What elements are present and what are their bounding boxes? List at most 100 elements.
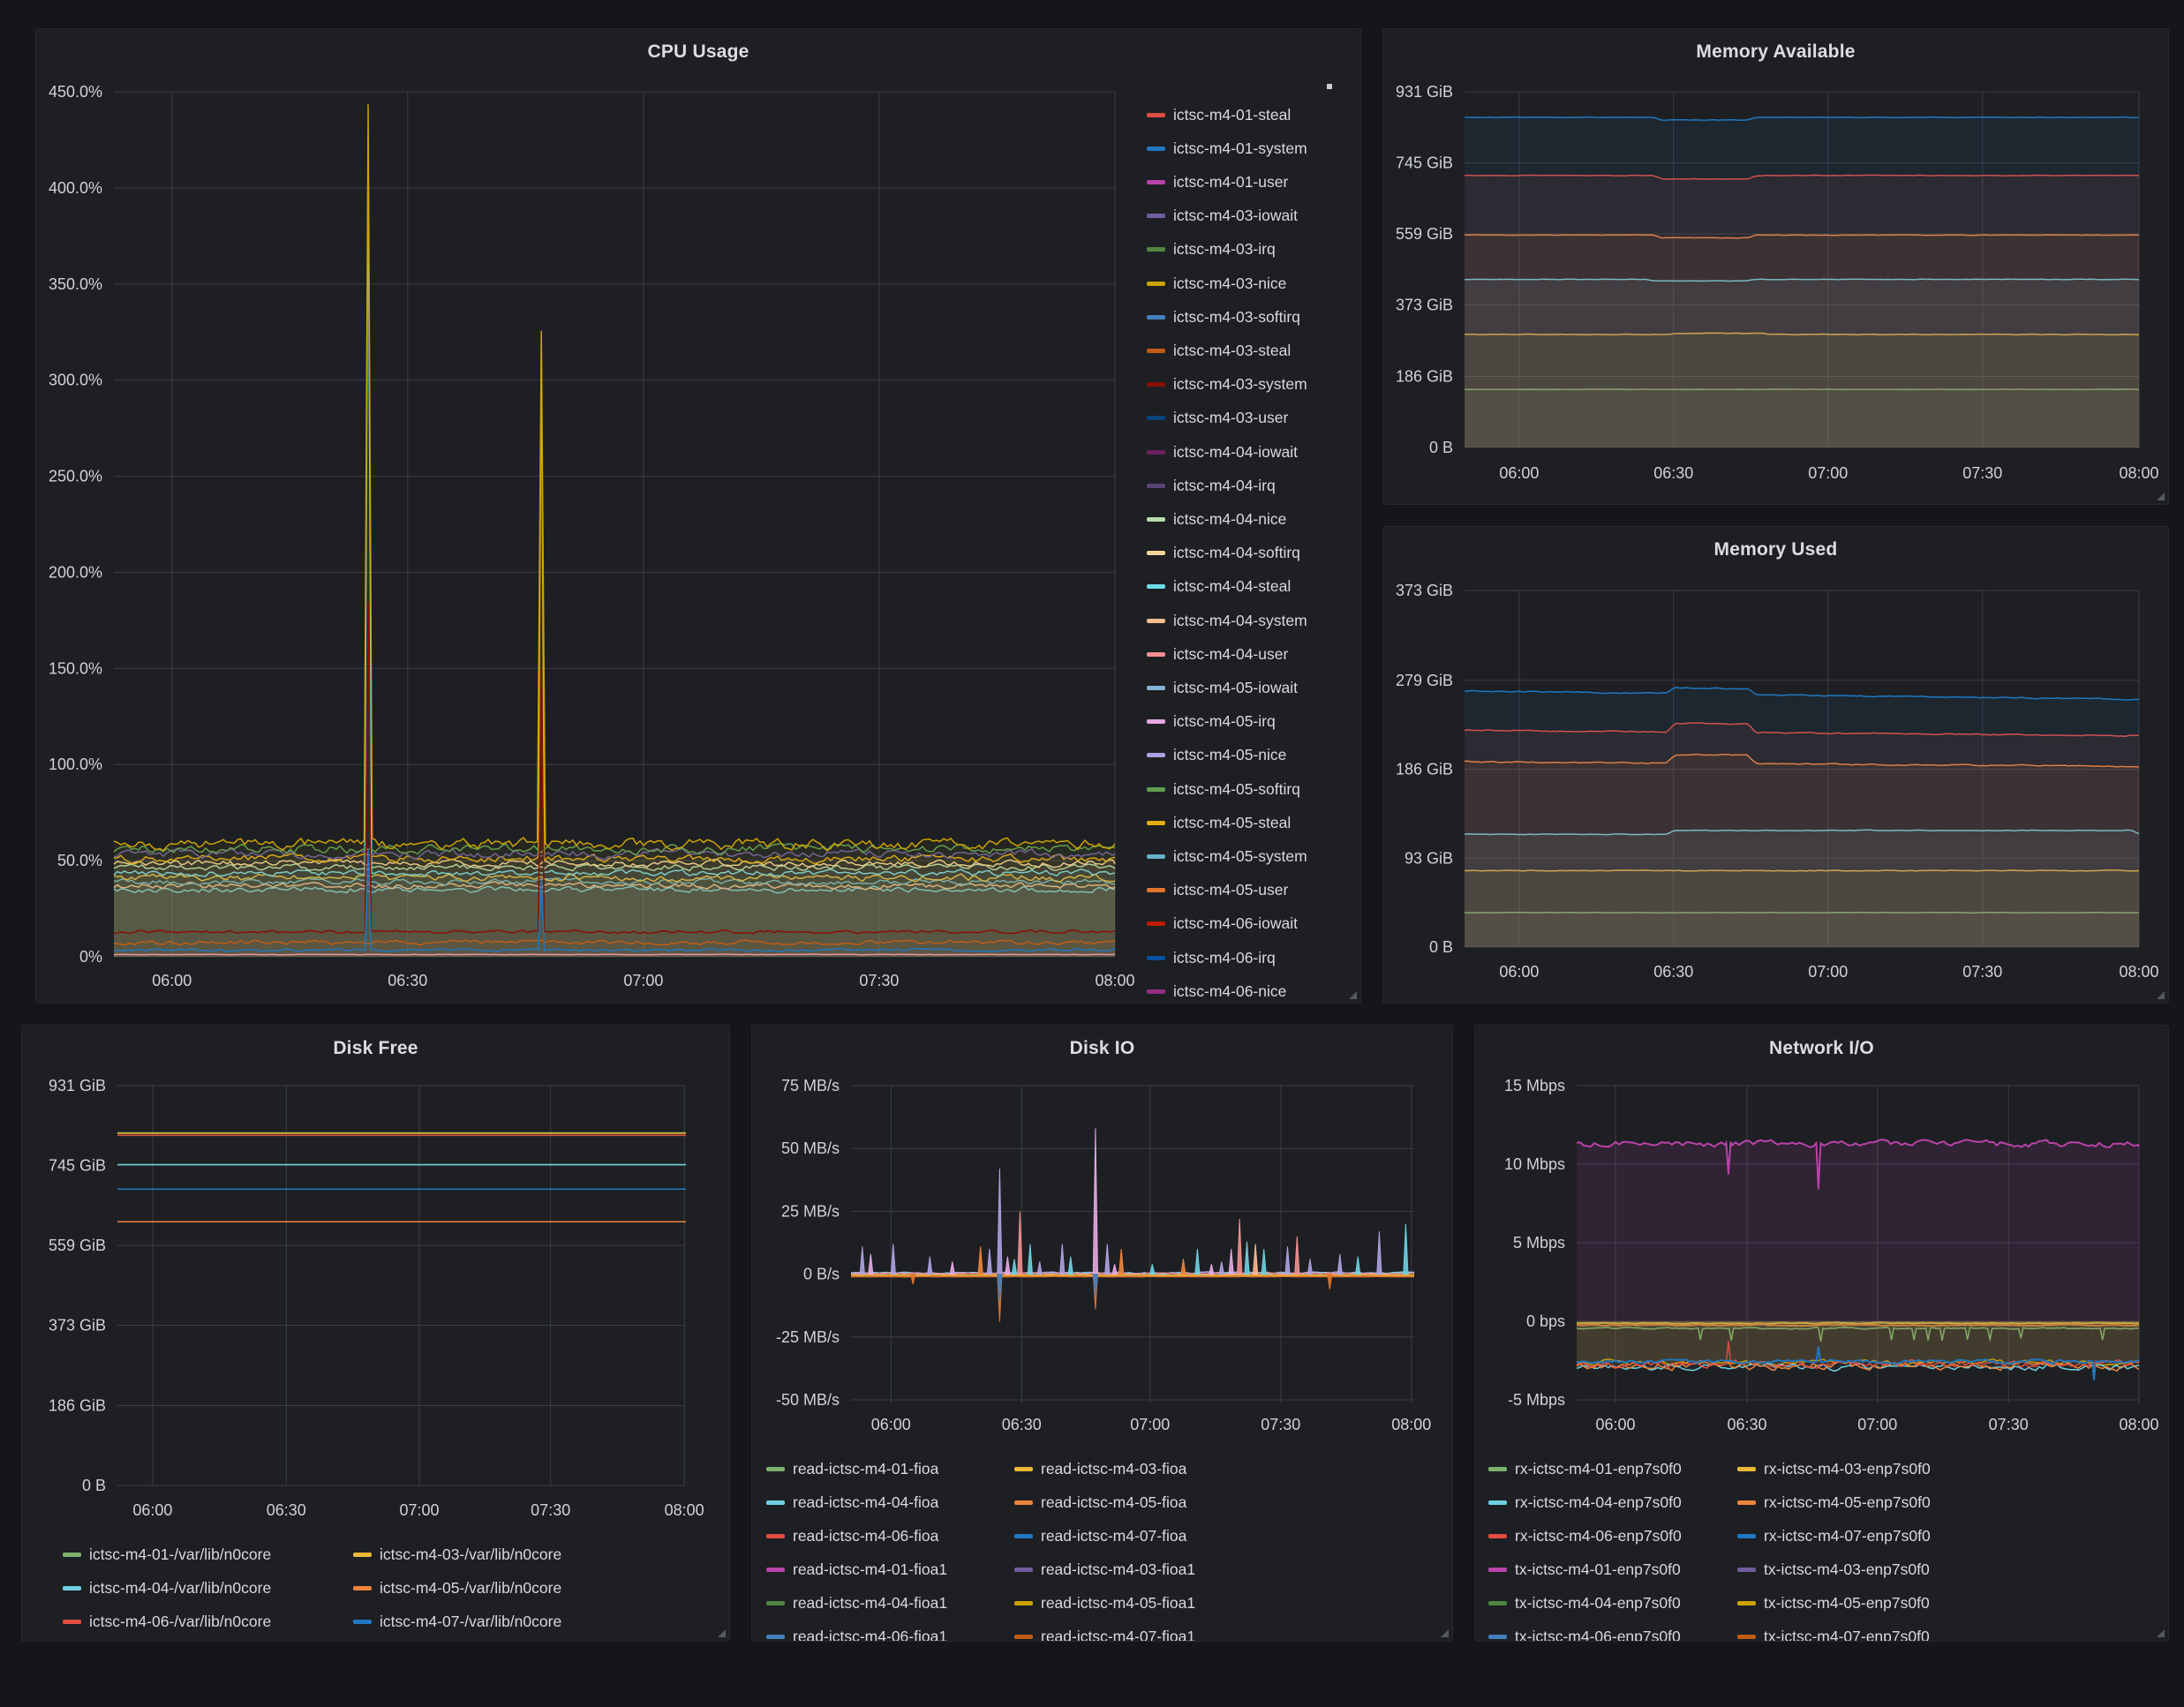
legend-item[interactable]: ictsc-m4-06-irq xyxy=(1147,948,1276,967)
legend-item[interactable]: ictsc-m4-03-irq xyxy=(1147,240,1276,259)
legend-item[interactable]: read-ictsc-m4-01-fioa xyxy=(766,1459,938,1478)
legend-item[interactable]: ictsc-m4-05-steal xyxy=(1147,813,1291,832)
legend-color-swatch xyxy=(1147,247,1165,252)
legend-item[interactable]: ictsc-m4-03-iowait xyxy=(1147,207,1298,226)
legend-item[interactable]: ictsc-m4-04-irq xyxy=(1147,476,1276,495)
legend-color-swatch xyxy=(1147,450,1165,455)
legend-item[interactable]: tx-ictsc-m4-03-enp7s0f0 xyxy=(1737,1560,1930,1579)
legend-item[interactable]: read-ictsc-m4-06-fioa1 xyxy=(766,1627,947,1642)
legend-item[interactable]: read-ictsc-m4-04-fioa1 xyxy=(766,1593,947,1613)
legend-item[interactable]: ictsc-m4-05-/var/lib/n0core xyxy=(353,1578,561,1598)
panel-resize-handle[interactable] xyxy=(1349,991,1357,999)
legend-item[interactable]: ictsc-m4-04-system xyxy=(1147,611,1307,630)
legend-item[interactable]: tx-ictsc-m4-06-enp7s0f0 xyxy=(1488,1627,1681,1642)
legend-item[interactable]: rx-ictsc-m4-01-enp7s0f0 xyxy=(1488,1459,1682,1478)
panel-network-io: Network I/O 15 Mbps10 Mbps5 Mbps0 bps-5 … xyxy=(1474,1025,2169,1642)
legend-item[interactable]: read-ictsc-m4-04-fioa xyxy=(766,1493,938,1512)
io-spike xyxy=(1112,1264,1117,1274)
panel-resize-handle[interactable] xyxy=(2157,1629,2165,1637)
legend-item[interactable]: read-ictsc-m4-03-fioa xyxy=(1014,1459,1186,1478)
legend-item[interactable]: ictsc-m4-06-/var/lib/n0core xyxy=(63,1612,271,1631)
y-axis-tick-label: 186 GiB xyxy=(49,1397,106,1415)
legend-item[interactable]: rx-ictsc-m4-07-enp7s0f0 xyxy=(1737,1526,1931,1545)
legend-item[interactable]: read-ictsc-m4-07-fioa1 xyxy=(1014,1627,1195,1642)
legend-series-label: tx-ictsc-m4-03-enp7s0f0 xyxy=(1764,1560,1930,1579)
legend-item[interactable]: ictsc-m4-04-user xyxy=(1147,644,1288,664)
legend-series-label: ictsc-m4-03-/var/lib/n0core xyxy=(380,1545,561,1564)
legend-item[interactable]: ictsc-m4-05-iowait xyxy=(1147,678,1298,697)
panel-resize-handle[interactable] xyxy=(2157,493,2165,500)
legend-item[interactable]: ictsc-m4-03-nice xyxy=(1147,274,1286,293)
legend-series-label: rx-ictsc-m4-03-enp7s0f0 xyxy=(1764,1460,1931,1478)
legend-series-label: ictsc-m4-03-system xyxy=(1173,375,1307,394)
panel-resize-handle[interactable] xyxy=(718,1629,726,1637)
legend-item[interactable]: read-ictsc-m4-03-fioa1 xyxy=(1014,1560,1195,1579)
legend-item[interactable]: ictsc-m4-05-nice xyxy=(1147,746,1286,765)
legend-item[interactable]: ictsc-m4-06-nice xyxy=(1147,981,1286,1001)
panel-title-disk-free[interactable]: Disk Free xyxy=(22,1026,729,1059)
panel-resize-handle[interactable] xyxy=(2157,991,2165,999)
panel-title-memory-used[interactable]: Memory Used xyxy=(1383,527,2168,560)
panel-title-disk-io[interactable]: Disk IO xyxy=(752,1026,1452,1059)
legend-item[interactable]: rx-ictsc-m4-06-enp7s0f0 xyxy=(1488,1526,1682,1545)
x-axis-tick-label: 07:00 xyxy=(1808,963,1848,981)
y-axis-tick-label: 745 GiB xyxy=(49,1157,106,1175)
legend-color-swatch xyxy=(1737,1568,1756,1572)
io-spike xyxy=(891,1244,895,1274)
legend-item[interactable]: ictsc-m4-01-steal xyxy=(1147,105,1291,124)
panel-resize-handle[interactable] xyxy=(1441,1629,1449,1637)
legend-item[interactable]: ictsc-m4-03-softirq xyxy=(1147,307,1300,327)
panel-title-memory-available[interactable]: Memory Available xyxy=(1383,29,2168,63)
legend-item[interactable]: ictsc-m4-07-/var/lib/n0core xyxy=(353,1612,561,1631)
legend-color-swatch xyxy=(1147,517,1165,522)
io-spike xyxy=(1295,1237,1299,1275)
legend-item[interactable]: ictsc-m4-05-user xyxy=(1147,881,1288,900)
panel-title-cpu-usage[interactable]: CPU Usage xyxy=(36,29,1360,63)
legend-item[interactable]: ictsc-m4-04-/var/lib/n0core xyxy=(63,1578,271,1598)
y-axis-tick-label: 559 GiB xyxy=(49,1237,106,1254)
io-spike xyxy=(1404,1224,1408,1275)
legend-color-swatch xyxy=(1147,382,1165,387)
legend-item[interactable]: read-ictsc-m4-06-fioa xyxy=(766,1526,938,1545)
io-spike xyxy=(1005,1257,1010,1275)
legend-item[interactable]: read-ictsc-m4-05-fioa xyxy=(1014,1493,1186,1512)
io-spike xyxy=(998,1169,1002,1275)
legend-item[interactable]: ictsc-m4-05-system xyxy=(1147,846,1307,866)
legend-item[interactable]: ictsc-m4-01-/var/lib/n0core xyxy=(63,1545,271,1564)
legend-color-swatch xyxy=(1147,821,1165,825)
legend-item[interactable]: ictsc-m4-03-system xyxy=(1147,375,1307,395)
legend-item[interactable]: rx-ictsc-m4-05-enp7s0f0 xyxy=(1737,1493,1931,1512)
legend-item[interactable]: ictsc-m4-01-user xyxy=(1147,172,1288,192)
legend-item[interactable]: rx-ictsc-m4-04-enp7s0f0 xyxy=(1488,1493,1682,1512)
x-axis-tick-label: 07:00 xyxy=(399,1501,439,1519)
legend-item[interactable]: ictsc-m4-03-user xyxy=(1147,409,1288,428)
legend-item[interactable]: ictsc-m4-04-steal xyxy=(1147,577,1291,597)
io-spike xyxy=(1093,1128,1097,1274)
x-axis-tick-label: 07:30 xyxy=(531,1501,570,1519)
legend-item[interactable]: read-ictsc-m4-05-fioa1 xyxy=(1014,1593,1195,1613)
legend-item[interactable]: ictsc-m4-04-nice xyxy=(1147,509,1286,529)
legend-color-swatch xyxy=(1737,1635,1756,1639)
legend-item[interactable]: tx-ictsc-m4-07-enp7s0f0 xyxy=(1737,1627,1930,1642)
legend-item[interactable]: tx-ictsc-m4-01-enp7s0f0 xyxy=(1488,1560,1681,1579)
legend-color-swatch xyxy=(1147,921,1165,926)
legend-item[interactable]: read-ictsc-m4-01-fioa1 xyxy=(766,1560,947,1579)
legend-color-swatch xyxy=(1147,686,1165,690)
legend-item[interactable]: ictsc-m4-03-/var/lib/n0core xyxy=(353,1545,561,1564)
legend-item[interactable]: ictsc-m4-04-iowait xyxy=(1147,442,1298,462)
legend-item[interactable]: rx-ictsc-m4-03-enp7s0f0 xyxy=(1737,1459,1931,1478)
legend-item[interactable]: tx-ictsc-m4-05-enp7s0f0 xyxy=(1737,1593,1930,1613)
io-spike xyxy=(1219,1261,1224,1274)
legend-item[interactable]: ictsc-m4-03-steal xyxy=(1147,341,1291,360)
legend-item[interactable]: read-ictsc-m4-07-fioa xyxy=(1014,1526,1186,1545)
legend-item[interactable]: ictsc-m4-06-iowait xyxy=(1147,914,1298,934)
legend-item[interactable]: ictsc-m4-01-system xyxy=(1147,139,1307,158)
panel-title-network-io[interactable]: Network I/O xyxy=(1475,1026,2168,1059)
legend-color-swatch xyxy=(1488,1601,1507,1605)
legend-item[interactable]: ictsc-m4-05-softirq xyxy=(1147,779,1300,799)
legend-item[interactable]: ictsc-m4-04-softirq xyxy=(1147,544,1300,563)
legend-series-label: tx-ictsc-m4-01-enp7s0f0 xyxy=(1515,1560,1681,1579)
series-line xyxy=(114,345,1115,863)
legend-item[interactable]: tx-ictsc-m4-04-enp7s0f0 xyxy=(1488,1593,1681,1613)
legend-item[interactable]: ictsc-m4-05-irq xyxy=(1147,712,1276,732)
